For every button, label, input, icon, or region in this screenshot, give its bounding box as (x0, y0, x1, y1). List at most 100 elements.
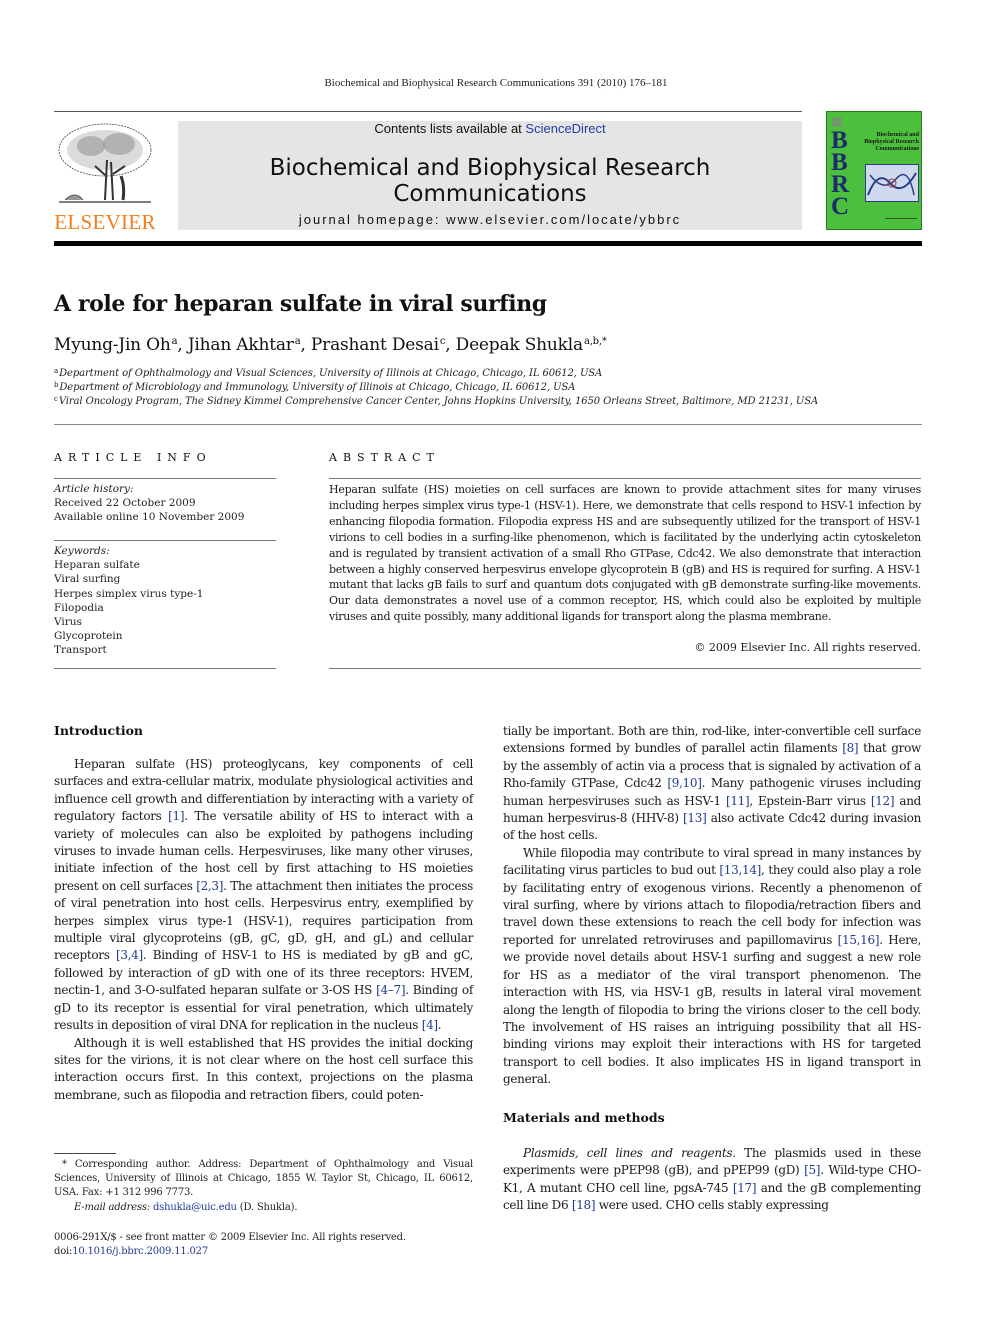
keywords-block: Keywords: Heparan sulfate Viral surfing … (54, 544, 276, 658)
article-title: A role for heparan sulfate in viral surf… (54, 291, 547, 317)
issn-line: 0006-291X/$ - see front matter © 2009 El… (54, 1232, 406, 1243)
contents-prefix: Contents lists available at (374, 121, 522, 136)
doi-link[interactable]: 10.1016/j.bbrc.2009.11.027 (72, 1246, 208, 1257)
affiliation-text: Viral Oncology Program, The Sidney Kimme… (58, 396, 819, 407)
citation-link[interactable]: [5] (804, 1163, 820, 1177)
citation-link[interactable]: [4–7] (376, 983, 405, 997)
affiliation: cViral Oncology Program, The Sidney Kimm… (54, 395, 818, 407)
masthead-thick-rule (54, 241, 922, 246)
keyword: Transport (54, 644, 107, 657)
citation-link[interactable]: [12] (871, 794, 895, 808)
methods-paragraph-1: Plasmids, cell lines and reagents. The p… (503, 1146, 922, 1213)
author[interactable]: Myung-Jin Oha (54, 335, 178, 355)
intro-paragraph-2: Although it is well established that HS … (54, 1035, 473, 1102)
corresponding-author-footnote: * Corresponding author. Address: Departm… (54, 1158, 473, 1215)
citation-link[interactable]: [8] (842, 741, 858, 755)
intro-paragraph-2-continued: tially be important. Both are thin, rod-… (503, 724, 922, 843)
cover-bbrc-letters: B B R C (831, 128, 850, 220)
doi-line: doi:10.1016/j.bbrc.2009.11.027 (54, 1245, 473, 1259)
email-suffix: (D. Shukla). (236, 1201, 298, 1213)
affiliation: bDepartment of Microbiology and Immunolo… (54, 381, 575, 393)
sciencedirect-link[interactable]: ScienceDirect (525, 121, 605, 136)
citation-link[interactable]: [18] (572, 1198, 596, 1212)
keyword: Heparan sulfate (54, 559, 140, 572)
abstract-heading: ABSTRACT (329, 451, 440, 464)
citation-link[interactable]: [9,10] (667, 776, 702, 790)
body-column-right: tially be important. Both are thin, rod-… (503, 723, 921, 1089)
article-info-heading: ARTICLE INFO (54, 451, 212, 464)
affiliation-key: b (54, 381, 59, 389)
received-date: Received 22 October 2009 (54, 497, 196, 510)
citation-link[interactable]: [3,4] (116, 948, 143, 962)
author-affil-sup: a,b,* (583, 336, 607, 347)
doi-prefix: doi: (54, 1246, 73, 1258)
citation-link[interactable]: [13] (683, 811, 707, 825)
footnote-rule (54, 1153, 116, 1154)
citation-link[interactable]: [17] (733, 1181, 757, 1195)
abstract-text: Heparan sulfate (HS) moieties on cell su… (329, 483, 921, 624)
front-matter-rule (54, 424, 922, 425)
tree-icon (58, 123, 152, 203)
intro-paragraph-3: While filopodia may contribute to viral … (503, 845, 922, 1087)
header-rule (54, 111, 802, 112)
author-separator: , (445, 335, 456, 355)
author-name: Jihan Akhtar (187, 335, 294, 355)
journal-homepage[interactable]: journal homepage: www.elsevier.com/locat… (178, 212, 802, 227)
cover-illustration-icon (865, 164, 919, 202)
author-separator: , (177, 335, 188, 355)
article-info-rule (54, 478, 276, 479)
citation-link[interactable]: [1] (168, 809, 184, 823)
article-info-end-rule (54, 668, 276, 669)
affiliation-text: Department of Ophthalmology and Visual S… (59, 368, 603, 379)
keyword: Herpes simplex virus type-1 (54, 587, 204, 600)
article-history: Article history: Received 22 October 200… (54, 482, 276, 525)
journal-cover-thumbnail[interactable]: B B R C Biochemical and Biophysical Rese… (826, 111, 922, 230)
journal-title: Biochemical and Biophysical Research Com… (269, 155, 711, 207)
running-head: Biochemical and Biophysical Research Com… (324, 77, 668, 89)
corresponding-text: * Corresponding author. Address: Departm… (54, 1159, 473, 1199)
keywords-rule (54, 540, 276, 541)
introduction-heading: Introduction (54, 723, 144, 738)
cover-title: Biochemical and Biophysical Research Com… (864, 132, 919, 152)
methods-heading: Materials and methods (503, 1110, 665, 1125)
intro-paragraph-1: Heparan sulfate (HS) proteoglycans, key … (54, 757, 473, 1033)
abstract-copyright: © 2009 Elsevier Inc. All rights reserved… (694, 641, 921, 654)
affiliation-text: Department of Microbiology and Immunolog… (59, 382, 576, 393)
citation-link[interactable]: [4] (422, 1018, 438, 1032)
citation-link[interactable]: [15,16] (838, 933, 880, 947)
issn-doi-block: 0006-291X/$ - see front matter © 2009 El… (54, 1231, 473, 1259)
cover-letter: C (831, 193, 850, 220)
keyword: Viral surfing (54, 573, 121, 586)
email-link[interactable]: dshukla@uic.edu (153, 1202, 237, 1213)
methods-column: Plasmids, cell lines and reagents. The p… (503, 1145, 921, 1215)
affiliation-key: a (54, 367, 59, 375)
email-label: E-mail address: (74, 1201, 150, 1213)
citation-link[interactable]: [13,14] (719, 863, 761, 877)
author[interactable]: Prashant Desaic (310, 335, 446, 355)
author[interactable]: Deepak Shuklaa,b,* (456, 335, 607, 355)
keywords-label: Keywords: (54, 545, 110, 557)
author[interactable]: Jihan Akhtara (188, 335, 301, 355)
abstract-end-rule (329, 668, 921, 669)
email-line: E-mail address: dshukla@uic.edu (D. Shuk… (54, 1201, 473, 1215)
body-column-left: Heparan sulfate (HS) proteoglycans, key … (54, 756, 473, 1104)
affiliation: aDepartment of Ophthalmology and Visual … (54, 367, 602, 379)
keyword: Filopodia (54, 601, 104, 614)
run-in-heading: Plasmids, cell lines and reagents (523, 1146, 733, 1160)
abstract-rule (329, 478, 921, 479)
author-name: Myung-Jin Oh (54, 335, 171, 355)
keyword: Glycoprotein (54, 630, 123, 643)
contents-line: Contents lists available at ScienceDirec… (178, 121, 802, 136)
author-separator: , (300, 335, 311, 355)
history-label: Article history: (54, 483, 134, 495)
elsevier-wordmark[interactable]: ELSEVIER (54, 210, 156, 235)
author-list: Myung-Jin Oha, Jihan Akhtara, Prashant D… (54, 335, 607, 355)
author-name: Prashant Desai (310, 335, 439, 355)
author-name: Deepak Shukla (455, 335, 583, 355)
affiliation-key: c (54, 395, 58, 403)
cover-signature (885, 218, 917, 219)
citation-link[interactable]: [11] (726, 794, 750, 808)
citation-link[interactable]: [2,3] (196, 879, 223, 893)
online-date: Available online 10 November 2009 (54, 511, 245, 524)
keyword: Virus (54, 616, 82, 629)
